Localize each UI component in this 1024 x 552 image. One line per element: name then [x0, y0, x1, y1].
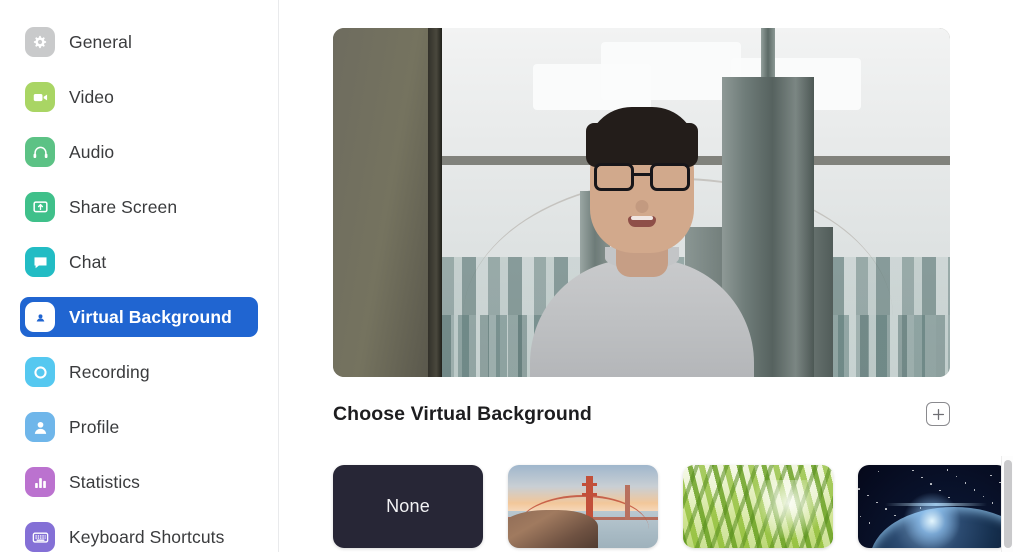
video-camera-icon	[25, 82, 55, 112]
background-list-scrollbar[interactable]	[1001, 456, 1013, 552]
sidebar-item-share-screen[interactable]: Share Screen	[20, 187, 258, 227]
background-earth[interactable]	[858, 465, 1008, 548]
keyboard-icon	[25, 522, 55, 552]
sidebar-item-label: Chat	[69, 251, 107, 272]
sidebar-item-chat[interactable]: Chat	[20, 242, 258, 282]
person-nose	[635, 200, 648, 213]
room-wall	[333, 28, 428, 377]
sidebar-item-video[interactable]: Video	[20, 77, 258, 117]
gear-icon	[25, 27, 55, 57]
sidebar-item-label: Share Screen	[69, 196, 178, 217]
sidebar-item-virtual-background[interactable]: Virtual Background	[20, 297, 258, 337]
chat-bubble-icon	[25, 247, 55, 277]
section-title: Choose Virtual Background	[333, 402, 592, 425]
sidebar-item-label: Recording	[69, 361, 150, 382]
glasses-right-lens	[649, 163, 690, 191]
person-hair	[585, 107, 698, 167]
sidebar-item-label: General	[69, 31, 132, 52]
background-none-label: None	[386, 496, 430, 516]
sidebar-item-label: Virtual Background	[69, 306, 232, 327]
sidebar-item-label: Video	[69, 86, 114, 107]
glasses-left-lens	[593, 163, 634, 191]
background-thumbnail-list: None	[333, 465, 1008, 552]
person-icon	[25, 412, 55, 442]
settings-sidebar: General Video Audio Share Screen Chat Virtual…	[0, 0, 279, 552]
glasses-icon	[593, 163, 690, 191]
background-golden-gate[interactable]	[508, 465, 658, 548]
choose-background-header: Choose Virtual Background	[333, 402, 950, 426]
person-figure	[529, 28, 754, 377]
background-grass[interactable]	[683, 465, 833, 548]
window-mullion	[428, 28, 442, 377]
settings-main-panel: Choose Virtual Background None	[279, 0, 1024, 552]
sidebar-item-label: Audio	[69, 141, 115, 162]
sidebar-item-label: Statistics	[69, 471, 141, 492]
sidebar-item-general[interactable]: General	[20, 22, 258, 62]
add-background-button[interactable]	[926, 402, 950, 426]
sidebar-item-audio[interactable]: Audio	[20, 132, 258, 172]
headphones-icon	[25, 137, 55, 167]
virtual-background-icon	[25, 302, 55, 332]
record-circle-icon	[25, 357, 55, 387]
background-none[interactable]: None	[333, 465, 483, 548]
sidebar-item-statistics[interactable]: Statistics	[20, 462, 258, 502]
bar-chart-icon	[25, 467, 55, 497]
sidebar-item-label: Keyboard Shortcuts	[69, 526, 225, 547]
sidebar-item-keyboard-shortcuts[interactable]: Keyboard Shortcuts	[20, 517, 258, 552]
share-screen-icon	[25, 192, 55, 222]
camera-preview[interactable]	[333, 28, 950, 377]
person-mouth	[627, 216, 656, 227]
sidebar-item-profile[interactable]: Profile	[20, 407, 258, 447]
sidebar-item-recording[interactable]: Recording	[20, 352, 258, 392]
sidebar-item-label: Profile	[69, 416, 120, 437]
virtual-background-settings-window: General Video Audio Share Screen Chat Virtual…	[0, 0, 1024, 552]
scrollbar-thumb[interactable]	[1003, 460, 1012, 548]
glasses-bridge	[633, 173, 650, 176]
